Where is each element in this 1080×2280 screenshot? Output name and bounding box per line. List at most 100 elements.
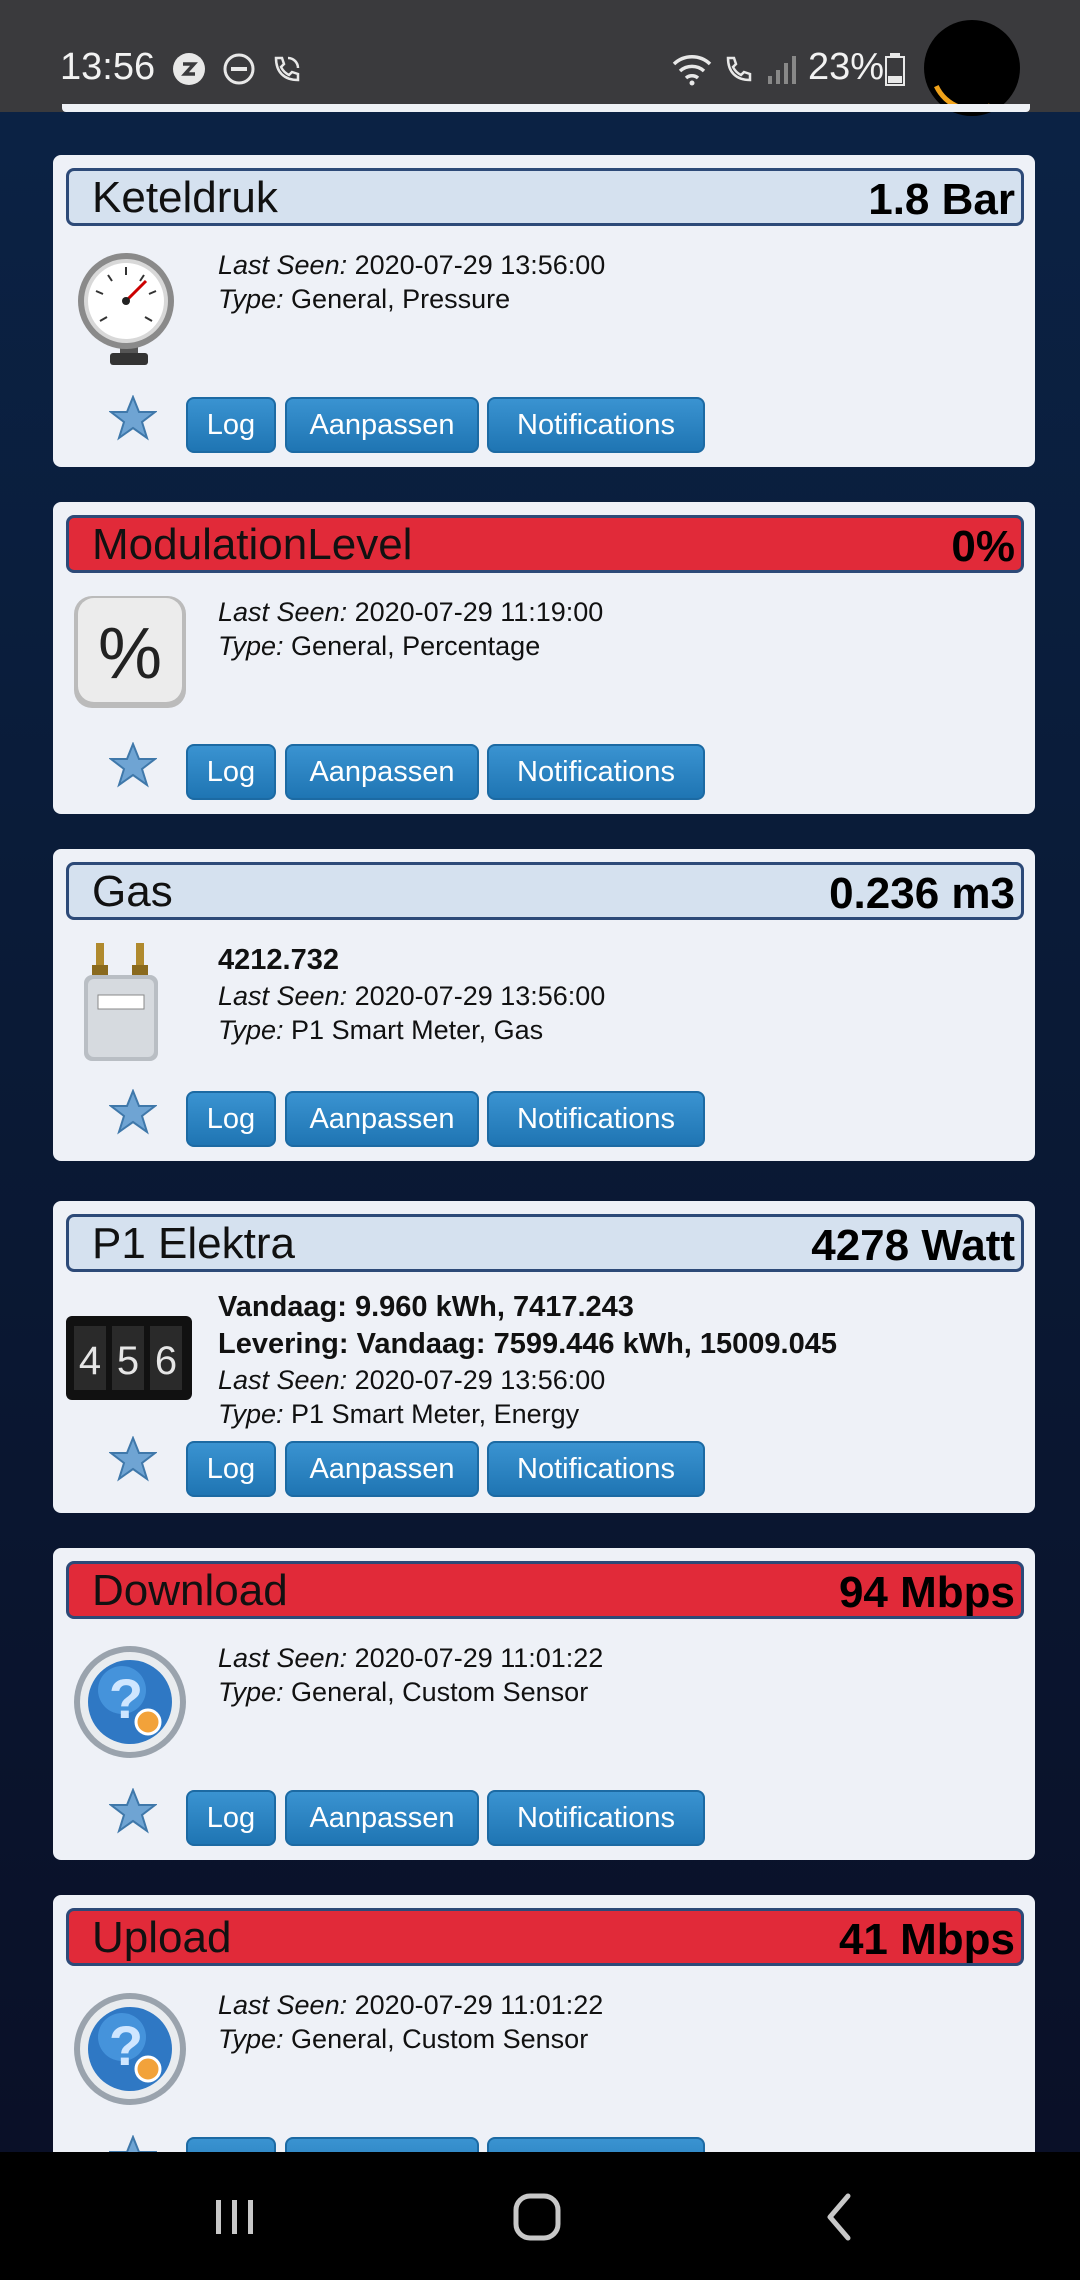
- edit-button[interactable]: Aanpassen: [285, 2137, 479, 2152]
- type-label: Type:: [218, 1677, 284, 1707]
- device-info: Last Seen: 2020-07-29 11:01:22 Type: Gen…: [218, 1641, 603, 1709]
- previous-card-edge: [62, 104, 1030, 112]
- device-extra-line: Levering: Vandaag: 7599.446 kWh, 15009.0…: [218, 1328, 837, 1360]
- notifications-button[interactable]: Notifications: [487, 2137, 705, 2152]
- custom-sensor-icon[interactable]: ?: [66, 1985, 192, 2111]
- signal-icon: [768, 56, 796, 84]
- type-value: General, Pressure: [291, 284, 511, 314]
- sync-icon: [173, 53, 205, 85]
- last-seen-label: Last Seen:: [218, 981, 348, 1011]
- card-header: Keteldruk 1.8 Bar: [66, 168, 1024, 226]
- device-title: Keteldruk: [92, 173, 278, 222]
- status-time: 13:56: [60, 46, 156, 88]
- device-title: Upload: [92, 1913, 232, 1962]
- last-seen-value: 2020-07-29 11:19:00: [354, 597, 604, 627]
- wifi-icon: [672, 55, 712, 86]
- device-card-p1-elektra: P1 Elektra 4278 Watt 4 5 6 Vandaag: 9.96…: [53, 1201, 1035, 1513]
- notifications-button[interactable]: Notifications: [487, 1091, 705, 1147]
- edit-button[interactable]: Aanpassen: [285, 1441, 479, 1497]
- device-card-modulationlevel: ModulationLevel 0% % Last Seen: 2020-07-…: [53, 502, 1035, 814]
- type-value: P1 Smart Meter, Energy: [291, 1399, 580, 1429]
- log-button[interactable]: Log: [186, 744, 276, 800]
- log-button[interactable]: Log: [186, 2137, 276, 2152]
- device-title: ModulationLevel: [92, 520, 413, 569]
- type-value: General, Custom Sensor: [291, 2024, 589, 2054]
- favorite-star-icon[interactable]: [109, 2135, 157, 2152]
- status-bar: 13:56 23%: [0, 0, 1080, 125]
- device-value: 41 Mbps: [838, 1915, 1015, 1964]
- device-card-keteldruk: Keteldruk 1.8 Bar Last Seen: 2020-07-29 …: [53, 155, 1035, 467]
- back-icon[interactable]: [806, 2182, 876, 2252]
- last-seen-label: Last Seen:: [218, 1990, 348, 2020]
- edit-button[interactable]: Aanpassen: [285, 1091, 479, 1147]
- device-value: 1.8 Bar: [868, 175, 1015, 224]
- card-header: P1 Elektra 4278 Watt: [66, 1214, 1024, 1272]
- last-seen-value: 2020-07-29 13:56:00: [354, 1365, 606, 1395]
- last-seen-value: 2020-07-29 11:01:22: [354, 1643, 604, 1673]
- notifications-button[interactable]: Notifications: [487, 1441, 705, 1497]
- last-seen-label: Last Seen:: [218, 1643, 348, 1673]
- device-card-download: Download 94 Mbps ? Last Seen: 2020-07-29…: [53, 1548, 1035, 1860]
- battery-icon: [885, 53, 905, 86]
- energy-counter-icon[interactable]: 4 5 6: [66, 1296, 192, 1422]
- type-label: Type:: [218, 1399, 284, 1429]
- battery-percent: 23%: [808, 46, 885, 88]
- volte-icon: [726, 56, 752, 82]
- device-value: 4278 Watt: [811, 1221, 1015, 1270]
- last-seen-label: Last Seen:: [218, 250, 348, 280]
- log-button[interactable]: Log: [186, 1091, 276, 1147]
- custom-sensor-icon[interactable]: ?: [66, 1638, 192, 1764]
- log-button[interactable]: Log: [186, 1790, 276, 1846]
- favorite-star-icon[interactable]: [109, 742, 157, 788]
- edit-button[interactable]: Aanpassen: [285, 397, 479, 453]
- type-label: Type:: [218, 2024, 284, 2054]
- type-label: Type:: [218, 631, 284, 661]
- dnd-icon: [223, 53, 255, 85]
- notifications-button[interactable]: Notifications: [487, 744, 705, 800]
- device-info: Last Seen: 2020-07-29 11:19:00 Type: Gen…: [218, 595, 603, 663]
- last-seen-value: 2020-07-29 13:56:00: [354, 981, 606, 1011]
- last-seen-value: 2020-07-29 11:01:22: [354, 1990, 604, 2020]
- device-extra-line: 4212.732: [218, 944, 339, 976]
- card-header: Gas 0.236 m3: [66, 862, 1024, 920]
- gas-meter-icon[interactable]: [66, 939, 192, 1065]
- device-title: Download: [92, 1566, 288, 1615]
- favorite-star-icon[interactable]: [109, 1089, 157, 1135]
- device-card-gas: Gas 0.236 m3 4212.732 Last Seen: 2020-07…: [53, 849, 1035, 1161]
- device-extra-line: Vandaag: 9.960 kWh, 7417.243: [218, 1291, 634, 1323]
- favorite-star-icon[interactable]: [109, 1436, 157, 1482]
- type-value: P1 Smart Meter, Gas: [291, 1015, 544, 1045]
- notifications-button[interactable]: Notifications: [487, 1790, 705, 1846]
- notifications-button[interactable]: Notifications: [487, 397, 705, 453]
- last-seen-label: Last Seen:: [218, 597, 348, 627]
- type-label: Type:: [218, 1015, 284, 1045]
- percentage-icon[interactable]: %: [66, 592, 192, 718]
- wifi-call-icon: [274, 56, 300, 82]
- home-icon[interactable]: [503, 2182, 573, 2252]
- device-info: 4212.732 Last Seen: 2020-07-29 13:56:00 …: [218, 942, 605, 1047]
- type-value: General, Custom Sensor: [291, 1677, 589, 1707]
- device-card-upload: Upload 41 Mbps ? Last Seen: 2020-07-29 1…: [53, 1895, 1035, 2152]
- device-list: Keteldruk 1.8 Bar Last Seen: 2020-07-29 …: [0, 112, 1080, 2152]
- svg-text:5: 5: [117, 1339, 139, 1383]
- log-button[interactable]: Log: [186, 1441, 276, 1497]
- device-title: Gas: [92, 867, 173, 916]
- device-info: Vandaag: 9.960 kWh, 7417.243 Levering: V…: [218, 1289, 837, 1431]
- card-header: ModulationLevel 0%: [66, 515, 1024, 573]
- edit-button[interactable]: Aanpassen: [285, 1790, 479, 1846]
- svg-text:4: 4: [79, 1339, 101, 1383]
- device-value: 0%: [951, 522, 1015, 571]
- type-label: Type:: [218, 284, 284, 314]
- edit-button[interactable]: Aanpassen: [285, 744, 479, 800]
- favorite-star-icon[interactable]: [109, 395, 157, 441]
- device-info: Last Seen: 2020-07-29 13:56:00 Type: Gen…: [218, 248, 605, 316]
- recent-apps-icon[interactable]: [200, 2182, 270, 2252]
- last-seen-value: 2020-07-29 13:56:00: [354, 250, 606, 280]
- log-button[interactable]: Log: [186, 397, 276, 453]
- device-info: Last Seen: 2020-07-29 11:01:22 Type: Gen…: [218, 1988, 603, 2056]
- last-seen-label: Last Seen:: [218, 1365, 348, 1395]
- favorite-star-icon[interactable]: [109, 1788, 157, 1834]
- navigation-bar: [0, 2152, 1080, 2280]
- pressure-gauge-icon[interactable]: [66, 245, 192, 371]
- device-value: 94 Mbps: [838, 1568, 1015, 1617]
